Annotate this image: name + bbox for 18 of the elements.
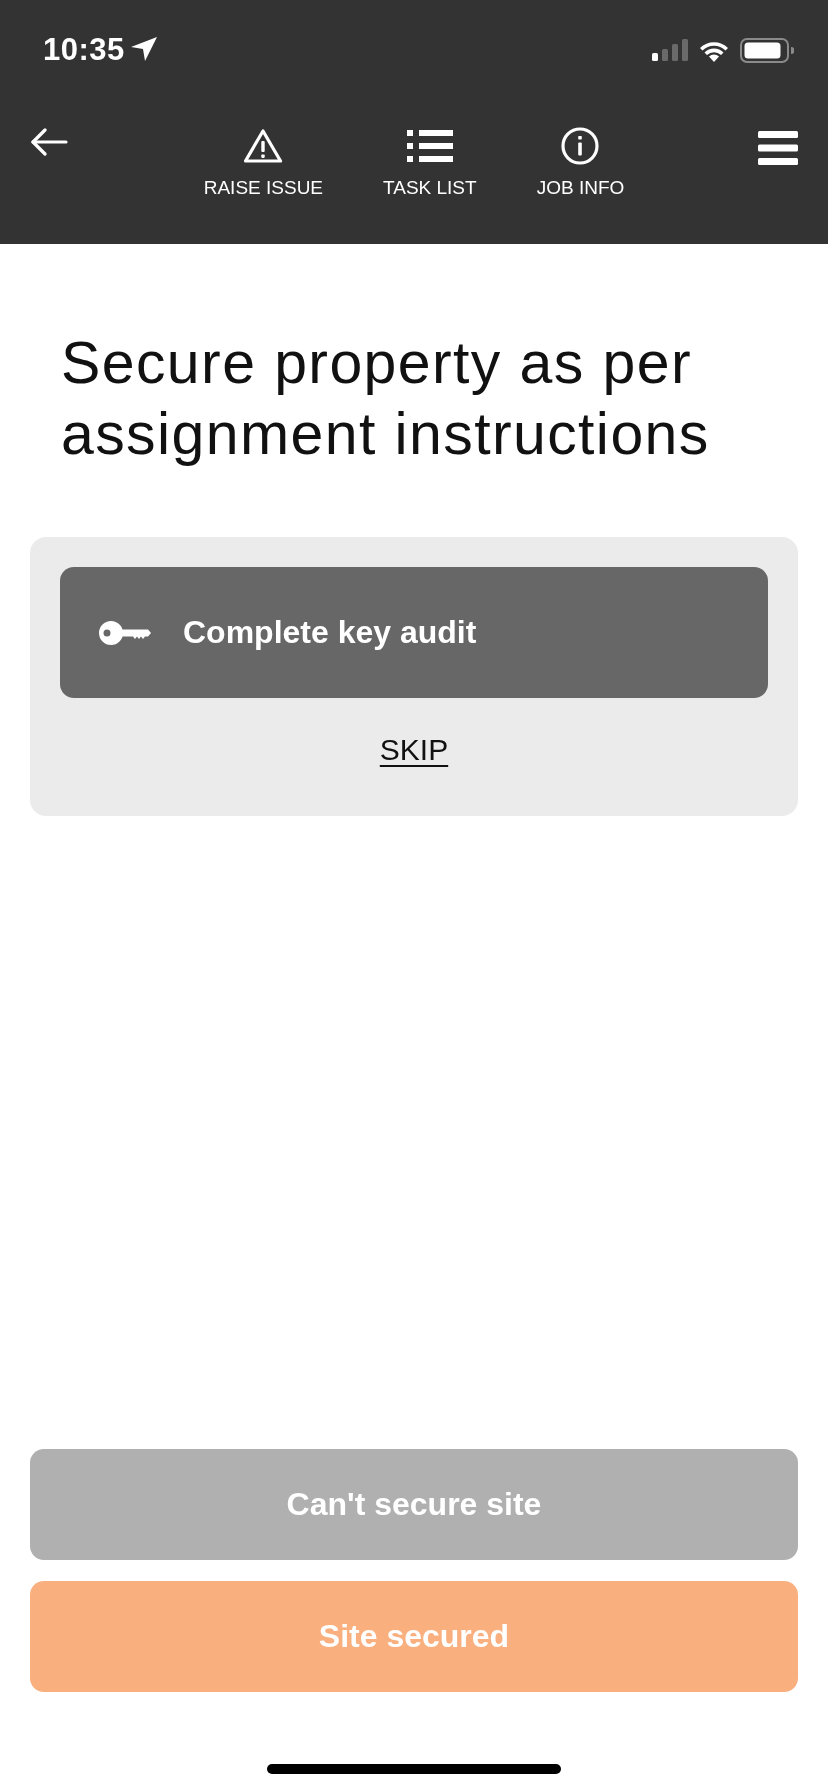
list-icon — [406, 129, 453, 163]
menu-button[interactable] — [758, 131, 798, 165]
warning-icon — [243, 128, 284, 164]
nav-button[interactable]: JOB INFO — [536, 126, 625, 199]
signal-icon — [652, 39, 688, 61]
nav-button[interactable]: TASK LIST — [383, 126, 477, 199]
back-button[interactable] — [30, 128, 68, 156]
battery-icon — [740, 37, 794, 63]
arrow-left-icon — [30, 128, 68, 156]
menu-icon — [758, 131, 798, 165]
info-icon — [561, 127, 600, 165]
key-icon — [99, 620, 151, 645]
status-time: 10:35 — [43, 32, 125, 68]
nav-button[interactable]: RAISE ISSUE — [203, 126, 324, 199]
location-arrow-icon — [130, 37, 157, 61]
page-title: Secure property as per assignment instructions — [60, 329, 711, 469]
skip-link[interactable]: SKIP — [379, 732, 449, 768]
task-button[interactable]: Complete key audit — [60, 567, 768, 698]
